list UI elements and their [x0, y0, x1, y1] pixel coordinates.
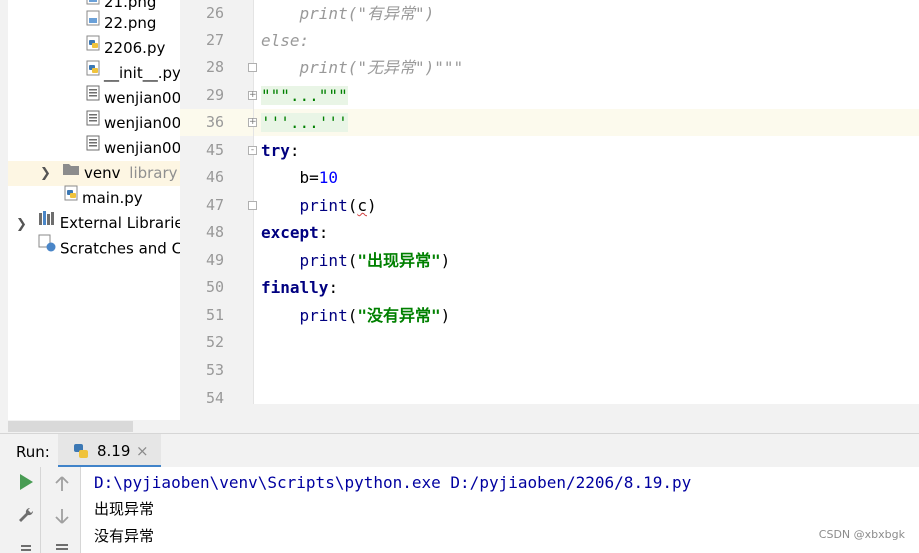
folded-region[interactable]: '''...''': [261, 109, 348, 136]
tree-item-venv[interactable]: ❯ venv library r: [8, 159, 188, 186]
line-number: 28: [205, 58, 224, 76]
close-icon[interactable]: ×: [136, 434, 149, 465]
library-icon: [38, 209, 56, 234]
tree-item-wenjian-3[interactable]: wenjian00: [86, 134, 182, 161]
tree-item-label: venv: [84, 164, 121, 182]
ide-window: 21.png 22.png 2206.py __init__.py wenjia…: [0, 0, 919, 553]
tree-item-wenjian-2[interactable]: wenjian00: [86, 109, 182, 136]
code-line: print("有异常"): [299, 4, 435, 23]
tree-item-main-py[interactable]: main.py: [64, 184, 143, 211]
fold-expand-icon[interactable]: +: [248, 91, 257, 100]
line-number: 27: [205, 31, 224, 49]
folded-region[interactable]: """...""": [261, 82, 348, 109]
line-number: 51: [205, 306, 224, 324]
tree-item-22-png[interactable]: 22.png: [86, 9, 157, 36]
tree-item-2206-py[interactable]: 2206.py: [86, 34, 166, 61]
line-number: 47: [205, 196, 224, 214]
run-label: Run:: [16, 443, 50, 461]
text-file-icon: [86, 134, 100, 159]
python-file-icon: [86, 34, 100, 59]
code-line: print(c): [299, 196, 377, 215]
project-scrollbar-thumb[interactable]: [8, 421, 133, 432]
text-file-icon: [86, 84, 100, 109]
fold-end-icon[interactable]: [248, 63, 257, 72]
console-command-line: D:\pyjiaoben\venv\Scripts\python.exe D:/…: [94, 473, 692, 492]
code-line: print("没有异常"): [299, 306, 451, 325]
fold-end-icon[interactable]: [248, 201, 257, 210]
code-line: print("无异常")""": [299, 58, 464, 77]
code-line: else:: [261, 31, 310, 50]
line-number: 29: [205, 86, 224, 104]
tree-item-label: Scratches and Co: [60, 239, 192, 258]
stop-icon[interactable]: [14, 538, 38, 553]
line-number: 54: [205, 389, 224, 407]
console-output-line: 没有异常: [94, 527, 155, 545]
tree-item-label: 21.png: [104, 0, 157, 11]
fold-expand-icon[interactable]: +: [248, 118, 257, 127]
tree-item-init-py[interactable]: __init__.py: [86, 59, 181, 86]
editor-bottom-strip: [180, 404, 919, 433]
tree-item-scratches[interactable]: Scratches and Co: [38, 234, 192, 261]
rerun-icon[interactable]: [14, 473, 38, 497]
line-number: 48: [205, 223, 224, 241]
run-tab-label: 8.19: [97, 442, 131, 460]
tree-item-label: main.py: [82, 189, 143, 207]
tree-item-label: wenjian00: [104, 114, 182, 132]
run-toolwindow-header: Run: 8.19 ×: [0, 433, 919, 468]
tree-item-wenjian-1[interactable]: wenjian00: [86, 84, 182, 111]
code-line: print("出现异常"): [299, 251, 451, 270]
line-number: 45: [205, 141, 224, 159]
chevron-right-icon[interactable]: ❯: [16, 217, 27, 232]
line-number: 53: [205, 361, 224, 379]
wrench-icon[interactable]: [14, 506, 38, 530]
toolbar-separator: [40, 467, 41, 553]
line-number: 46: [205, 168, 224, 186]
code-line: try:: [261, 141, 300, 160]
text-file-icon: [86, 109, 100, 134]
code-line: b=10: [299, 168, 339, 187]
tree-item-label: wenjian00: [104, 139, 182, 157]
line-number: 49: [205, 251, 224, 269]
scratches-icon: [38, 234, 56, 260]
tree-item-label: 2206.py: [104, 39, 166, 57]
fold-collapse-icon[interactable]: -: [248, 146, 257, 155]
python-file-icon: [64, 184, 78, 209]
image-file-icon: [86, 9, 100, 34]
console-output-line: 出现异常: [94, 500, 155, 518]
soft-wrap-icon[interactable]: [50, 540, 74, 553]
line-number: 50: [205, 278, 224, 296]
folder-icon: [62, 159, 80, 184]
tree-item-label: __init__.py: [104, 64, 181, 82]
chevron-right-icon[interactable]: ❯: [40, 161, 51, 186]
line-number: 26: [205, 4, 224, 22]
tree-item-label: 22.png: [104, 14, 157, 32]
run-tab[interactable]: 8.19 ×: [58, 434, 161, 468]
python-icon: [72, 442, 90, 464]
arrow-down-icon[interactable]: [50, 507, 74, 531]
tree-item-label: wenjian00: [104, 89, 182, 107]
line-number: 36: [205, 113, 224, 131]
tree-item-label: External Librarie: [59, 214, 184, 232]
tree-item-external-libraries[interactable]: ❯ External Librarie: [16, 211, 184, 236]
watermark: CSDN @xbxbgk: [818, 528, 905, 541]
code-line: finally:: [261, 278, 339, 297]
code-line: except:: [261, 223, 329, 242]
python-file-icon: [86, 59, 100, 84]
arrow-up-icon[interactable]: [50, 475, 74, 499]
line-number: 52: [205, 333, 224, 351]
